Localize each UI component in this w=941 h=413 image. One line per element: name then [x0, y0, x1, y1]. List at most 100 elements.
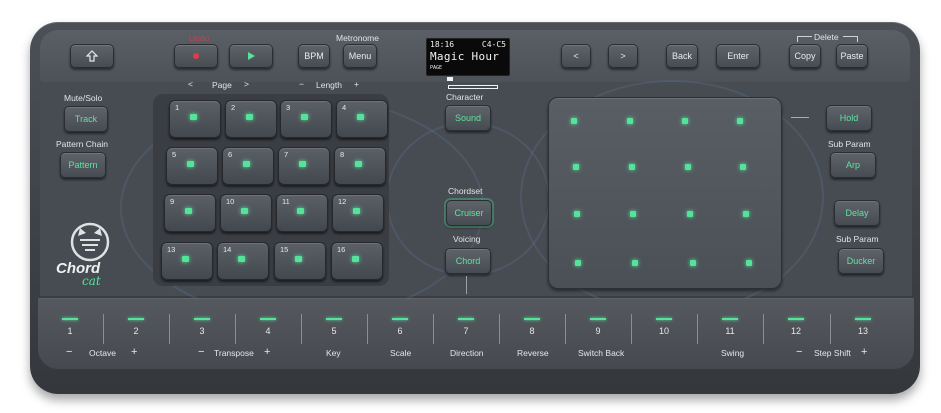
- record-icon: [193, 53, 199, 59]
- touch-dot: [627, 118, 633, 124]
- back-button[interactable]: Back: [666, 44, 698, 68]
- enter-button[interactable]: Enter: [716, 44, 760, 68]
- paste-button[interactable]: Paste: [836, 44, 868, 68]
- scale-label: Scale: [390, 348, 412, 358]
- sub-param-label-1: Sub Param: [828, 139, 871, 149]
- step-button-1[interactable]: 1: [44, 318, 96, 346]
- step-button-5[interactable]: 5: [308, 318, 360, 346]
- pad-15[interactable]: 15: [274, 242, 326, 280]
- pad-number: 5: [172, 150, 177, 159]
- length-minus[interactable]: −: [299, 79, 304, 89]
- page-prev[interactable]: <: [188, 79, 193, 89]
- hold-divider: [791, 117, 809, 118]
- pad-led-indicator: [190, 114, 197, 120]
- delete-label: Delete: [814, 32, 839, 42]
- copy-button[interactable]: Copy: [789, 44, 821, 68]
- left-button[interactable]: <: [561, 44, 591, 68]
- sound-button[interactable]: Sound: [445, 105, 491, 131]
- step-shift-minus[interactable]: −: [796, 346, 802, 358]
- step-number: 7: [463, 326, 469, 336]
- cat-logo-icon: [70, 222, 110, 262]
- step-button-11[interactable]: 11: [704, 318, 756, 346]
- play-icon: [248, 52, 255, 60]
- pad-13[interactable]: 13: [161, 242, 213, 280]
- step-button-3[interactable]: 3: [176, 318, 228, 346]
- ducker-button[interactable]: Ducker: [838, 248, 884, 274]
- cruiser-button[interactable]: Cruiser: [446, 200, 492, 226]
- touch-dot: [682, 118, 688, 124]
- step-led: [260, 318, 276, 320]
- pad-number: 15: [280, 245, 289, 254]
- step-button-6[interactable]: 6: [374, 318, 426, 346]
- pad-1[interactable]: 1: [169, 100, 221, 138]
- step-led: [326, 318, 342, 320]
- pattern-button[interactable]: Pattern: [60, 152, 106, 178]
- pad-3[interactable]: 3: [280, 100, 332, 138]
- play-button[interactable]: [229, 44, 273, 68]
- pad-4[interactable]: 4: [336, 100, 388, 138]
- hold-button[interactable]: Hold: [826, 105, 872, 131]
- pad-6[interactable]: 6: [222, 147, 274, 185]
- delete-bracket-right: [843, 36, 858, 42]
- right-button[interactable]: >: [608, 44, 638, 68]
- pad-led-indicator: [182, 256, 189, 262]
- step-button-10[interactable]: 10: [638, 318, 690, 346]
- chordcat-logo: Chord cat: [56, 222, 122, 290]
- pad-16[interactable]: 16: [331, 242, 383, 280]
- step-button-8[interactable]: 8: [506, 318, 558, 346]
- step-number: 5: [331, 326, 337, 336]
- record-button[interactable]: [174, 44, 218, 68]
- voicing-label: Voicing: [453, 234, 481, 244]
- transpose-plus[interactable]: +: [264, 346, 270, 358]
- octave-minus[interactable]: −: [66, 346, 72, 358]
- step-button-9[interactable]: 9: [572, 318, 624, 346]
- pad-led-indicator: [353, 208, 360, 214]
- pad-number: 3: [286, 103, 291, 112]
- pad-led-indicator: [357, 114, 364, 120]
- step-button-2[interactable]: 2: [110, 318, 162, 346]
- pad-14[interactable]: 14: [217, 242, 269, 280]
- page-next[interactable]: >: [244, 79, 249, 89]
- bpm-button[interactable]: BPM: [298, 44, 330, 68]
- step-separator: [830, 314, 831, 344]
- pad-11[interactable]: 11: [276, 194, 328, 232]
- touch-dot: [690, 260, 696, 266]
- step-number: 12: [790, 326, 801, 336]
- home-button[interactable]: [70, 44, 114, 68]
- logo-cat-text: cat: [82, 274, 101, 288]
- chord-button[interactable]: Chord: [445, 248, 491, 274]
- step-separator: [367, 314, 368, 344]
- step-separator: [235, 314, 236, 344]
- touch-dot: [629, 164, 635, 170]
- length-plus[interactable]: +: [354, 79, 359, 89]
- track-button[interactable]: Track: [64, 106, 108, 132]
- touch-dot: [574, 211, 580, 217]
- step-button-4[interactable]: 4: [242, 318, 294, 346]
- key-label: Key: [326, 348, 341, 358]
- pad-5[interactable]: 5: [166, 147, 218, 185]
- delay-button[interactable]: Delay: [834, 200, 880, 226]
- pad-number: 1: [175, 103, 180, 112]
- display-page: PAGE: [430, 65, 443, 71]
- arp-button[interactable]: Arp: [830, 152, 876, 178]
- step-button-12[interactable]: 12: [770, 318, 822, 346]
- step-button-7[interactable]: 7: [440, 318, 492, 346]
- page-label: Page: [212, 80, 232, 90]
- menu-button[interactable]: Menu: [343, 44, 377, 68]
- undo-label: Undo: [189, 33, 210, 43]
- octave-plus[interactable]: +: [131, 346, 137, 358]
- step-shift-plus[interactable]: +: [861, 346, 867, 358]
- pad-8[interactable]: 8: [334, 147, 386, 185]
- pad-9[interactable]: 9: [164, 194, 216, 232]
- display-time: 18:16: [430, 40, 455, 49]
- pad-number: 13: [167, 245, 176, 254]
- pad-number: 7: [284, 150, 289, 159]
- pad-led-indicator: [238, 256, 245, 262]
- pad-7[interactable]: 7: [278, 147, 330, 185]
- pad-2[interactable]: 2: [225, 100, 277, 138]
- pad-10[interactable]: 10: [220, 194, 272, 232]
- step-button-13[interactable]: 13: [837, 318, 889, 346]
- transpose-minus[interactable]: −: [198, 346, 204, 358]
- pad-12[interactable]: 12: [332, 194, 384, 232]
- pad-number: 10: [226, 197, 235, 206]
